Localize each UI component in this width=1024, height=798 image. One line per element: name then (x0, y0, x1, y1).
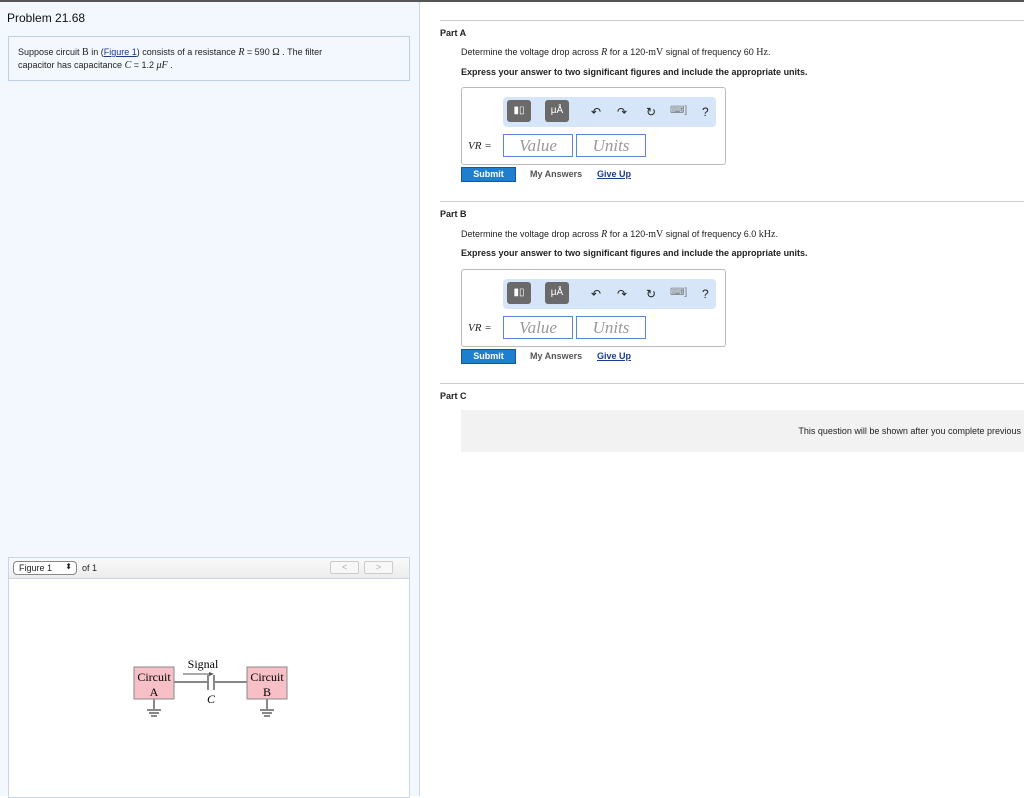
my-answers-link[interactable]: My Answers (530, 169, 582, 179)
circuit-b-letter: B (263, 685, 271, 699)
text: Determine the voltage drop across (461, 229, 602, 239)
next-figure-button[interactable]: > (364, 561, 393, 574)
prev-figure-button[interactable]: < (330, 561, 359, 574)
text: signal of frequency 60 (663, 47, 757, 57)
text: Suppose circuit (18, 47, 83, 57)
give-up-link[interactable]: Give Up (597, 169, 631, 179)
text: Determine the voltage drop across (461, 47, 602, 57)
redo-icon[interactable]: ↷ (617, 105, 627, 119)
part-c: Part C This question will be shown after… (440, 383, 1024, 463)
reset-icon[interactable]: ↻ (646, 105, 656, 119)
submit-button[interactable]: Submit (461, 349, 516, 364)
help-icon[interactable]: ? (702, 105, 709, 119)
units-input[interactable]: Units (576, 316, 646, 339)
figure-link[interactable]: Figure 1 (104, 47, 137, 57)
text: . (775, 229, 778, 239)
text: = 1.2 (131, 60, 157, 70)
select-arrows-icon: ⬍ (65, 562, 72, 571)
part-a-instructions: Express your answer to two significant f… (461, 67, 808, 77)
keyboard-icon[interactable]: ⌨] (670, 105, 687, 116)
math: mV (648, 47, 664, 58)
submit-button[interactable]: Submit (461, 167, 516, 182)
text: = 590 (244, 47, 273, 57)
part-a-question: Determine the voltage drop across R for … (461, 47, 770, 58)
math-toolbar: ▮▯ μÅ ↶ ↷ ↻ ⌨] ? (503, 97, 716, 127)
part-a: Part A Determine the voltage drop across… (440, 20, 1024, 200)
text: in ( (88, 47, 104, 57)
part-b-question: Determine the voltage drop across R for … (461, 229, 778, 240)
capacitor-label: C (207, 692, 216, 706)
circuit-a-letter: A (150, 685, 159, 699)
redo-icon[interactable]: ↷ (617, 287, 627, 301)
undo-icon[interactable]: ↶ (591, 105, 601, 119)
text: . (167, 60, 173, 70)
circuit-a-label: Circuit (137, 670, 171, 684)
figure-header: Figure 1 ⬍ of 1 < > (9, 558, 409, 579)
my-answers-link[interactable]: My Answers (530, 351, 582, 361)
math: B (82, 47, 89, 58)
part-b-instructions: Express your answer to two significant f… (461, 248, 808, 258)
part-b: Part B Determine the voltage drop across… (440, 201, 1024, 381)
units-button[interactable]: μÅ (545, 100, 569, 122)
locked-message: This question will be shown after you co… (461, 410, 1024, 452)
variable-label: VR = (468, 140, 492, 152)
units-input[interactable]: Units (576, 134, 646, 157)
math-toolbar: ▮▯ μÅ ↶ ↷ ↻ ⌨] ? (503, 279, 716, 309)
math: mV (648, 229, 664, 240)
math: kHz (758, 229, 776, 240)
reset-icon[interactable]: ↻ (646, 287, 656, 301)
figure-panel: Figure 1 ⬍ of 1 < > Circuit A Circuit B S… (8, 557, 410, 798)
circuit-diagram: Circuit A Circuit B Signal C (133, 657, 288, 717)
keyboard-icon[interactable]: ⌨] (670, 287, 687, 298)
answer-box: ▮▯ μÅ ↶ ↷ ↻ ⌨] ? VR = Value Units (461, 87, 726, 165)
math: Hz (756, 47, 768, 58)
give-up-link[interactable]: Give Up (597, 351, 631, 361)
circuit-b-label: Circuit (250, 670, 284, 684)
answer-box: ▮▯ μÅ ↶ ↷ ↻ ⌨] ? VR = Value Units (461, 269, 726, 347)
variable-label: VR = (468, 322, 492, 334)
problem-intro: Suppose circuit B in (Figure 1) consists… (8, 36, 410, 81)
math: μF (156, 60, 168, 71)
text: capacitor has capacitance (18, 60, 125, 70)
problem-title: Problem 21.68 (7, 11, 86, 25)
part-a-label: Part A (440, 28, 467, 38)
text: signal of frequency 6.0 (663, 229, 759, 239)
template-icon[interactable]: ▮▯ (507, 100, 531, 122)
units-button[interactable]: μÅ (545, 282, 569, 304)
help-icon[interactable]: ? (702, 287, 709, 301)
signal-label: Signal (188, 657, 219, 671)
text: . The filter (279, 47, 323, 57)
text: for a 120- (607, 229, 649, 239)
figure-count: of 1 (82, 563, 98, 573)
template-icon[interactable]: ▮▯ (507, 282, 531, 304)
text: ) consists of a resistance (136, 47, 239, 57)
value-input[interactable]: Value (503, 134, 573, 157)
part-c-label: Part C (440, 391, 467, 401)
undo-icon[interactable]: ↶ (591, 287, 601, 301)
problem-panel: Problem 21.68 Suppose circuit B in (Figu… (0, 2, 420, 798)
value-input[interactable]: Value (503, 316, 573, 339)
math: Ω (272, 47, 280, 58)
part-b-label: Part B (440, 209, 467, 219)
text: . (767, 47, 771, 57)
figure-select-value: Figure 1 (19, 563, 53, 573)
text: for a 120- (607, 47, 649, 57)
figure-select[interactable]: Figure 1 ⬍ (13, 561, 77, 575)
